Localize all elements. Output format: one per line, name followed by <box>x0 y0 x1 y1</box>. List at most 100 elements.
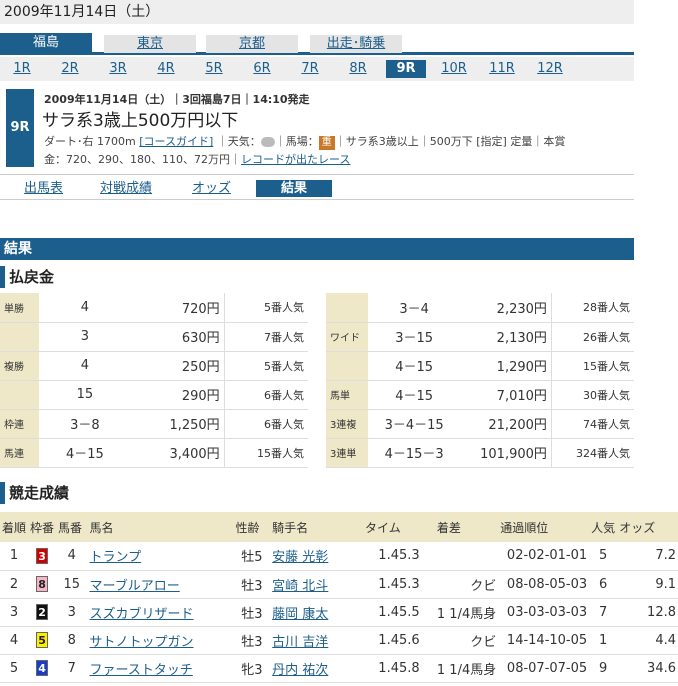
venue-tab-kyoto[interactable]: 京都 <box>206 35 298 53</box>
payout-type <box>0 322 39 352</box>
finish-position: 4 <box>0 626 29 655</box>
horse-name-cell: スズカブリザード <box>87 598 234 627</box>
race-link-12[interactable]: 12R <box>530 60 570 78</box>
venue-tab-tokyo[interactable]: 東京 <box>104 35 196 53</box>
payout-row: 3連複 3－4－15 21,200円 74番人気 <box>326 409 634 439</box>
bracket-badge: 5 <box>36 632 49 648</box>
odds: 4.4 <box>617 626 678 655</box>
jockey-link[interactable]: 丹内 祐次 <box>272 663 328 678</box>
passing-order: 03-03-03-03 <box>498 598 590 627</box>
payout-popularity: 5番人気 <box>224 351 308 381</box>
bracket-badge: 2 <box>36 604 49 620</box>
jockey-link[interactable]: 藤岡 康太 <box>272 607 328 622</box>
race-prize: 金：720、290、180、110、72万円｜レコードが出たレース <box>44 151 350 167</box>
race-class-text: ｜サラ系3歳以上｜500万下 [指定] 定量｜本賞 <box>334 135 566 148</box>
race-link-9[interactable]: 9R <box>386 60 426 78</box>
margin: 1 1/4馬身 <box>434 654 499 683</box>
horse-name-link[interactable]: サトノトップガン <box>89 635 193 650</box>
finish-position: 3 <box>0 598 29 627</box>
tab-results[interactable]: 結果 <box>256 180 332 197</box>
race-time: 1.45.3 <box>363 570 435 599</box>
record-race-link[interactable]: レコードが出たレース <box>241 153 350 166</box>
col-horse-number: 馬番 <box>56 512 88 542</box>
col-passing-order: 通過順位 <box>498 512 590 542</box>
payout-popularity: 74番人気 <box>551 409 634 439</box>
race-number-nav: 1R 2R 3R 4R 5R 6R 7R 8R 9R 10R 11R 12R <box>0 57 634 81</box>
margin <box>434 542 499 571</box>
horse-number: 8 <box>56 626 88 655</box>
jockey-link[interactable]: 安藤 光彰 <box>272 550 328 565</box>
payout-amount: 7,010円 <box>459 380 552 410</box>
race-link-7[interactable]: 7R <box>290 60 330 78</box>
bracket-cell: 3 <box>28 542 57 571</box>
finish-position: 5 <box>0 654 29 683</box>
jockey-link[interactable]: 宮崎 北斗 <box>272 579 328 594</box>
race-link-6[interactable]: 6R <box>242 60 282 78</box>
race-link-8[interactable]: 8R <box>338 60 378 78</box>
race-time: 1.45.5 <box>363 598 435 627</box>
col-time: タイム <box>363 512 435 542</box>
race-link-4[interactable]: 4R <box>146 60 186 78</box>
race-link-1[interactable]: 1R <box>2 60 42 78</box>
payout-type: 馬連 <box>0 438 39 468</box>
payout-row: 15 290円 6番人気 <box>0 380 308 410</box>
payout-type <box>0 380 39 410</box>
odds: 34.6 <box>617 654 678 683</box>
odds: 12.8 <box>617 598 678 627</box>
payout-popularity: 7番人気 <box>224 322 308 352</box>
horse-name-link[interactable]: マーブルアロー <box>89 579 179 594</box>
course-guide-link[interactable]: [コースガイド] <box>139 135 213 148</box>
race-time: 1.45.3 <box>363 542 435 571</box>
tab-entries[interactable]: 出馬表 <box>24 180 63 197</box>
table-row: 2 8 15 マーブルアロー 牡3 宮崎 北斗 1.45.3 クビ 08-08-… <box>0 570 678 599</box>
table-row: 1 3 4 トランプ 牡5 安藤 光彰 1.45.3 02-02-01-01 5… <box>0 542 678 571</box>
bracket-badge: 4 <box>36 660 49 676</box>
col-margin: 着差 <box>434 512 499 542</box>
jockey-link[interactable]: 古川 吉洋 <box>272 635 328 650</box>
payout-amount: 2,230円 <box>459 293 552 323</box>
tab-odds[interactable]: オッズ <box>192 180 231 197</box>
payout-popularity: 15番人気 <box>224 438 308 468</box>
race-link-5[interactable]: 5R <box>194 60 234 78</box>
track-condition-badge: 重 <box>318 136 335 150</box>
payout-amount: 2,130円 <box>459 322 552 352</box>
race-link-11[interactable]: 11R <box>482 60 522 78</box>
payout-numbers: 4－15 <box>38 438 132 468</box>
col-jockey: 騎手名 <box>270 512 364 542</box>
race-conditions: ダート･右 1700m [コースガイド] ｜天気： ｜馬場：重｜サラ系3歳以上｜5… <box>44 133 565 150</box>
tab-head-to-head[interactable]: 対戦成績 <box>100 180 152 197</box>
race-results-table: 着順 枠番 馬番 馬名 性齢 騎手名 タイム 着差 通過順位 人気 オッズ 1 … <box>0 512 678 683</box>
col-popularity: 人気 <box>589 512 618 542</box>
bracket-badge: 3 <box>36 547 49 564</box>
horse-name-link[interactable]: トランプ <box>89 550 141 565</box>
finish-position: 1 <box>0 542 29 571</box>
venue-tab-entries[interactable]: 出走･騎乗 <box>310 35 402 53</box>
jockey-cell: 宮崎 北斗 <box>270 570 364 599</box>
race-link-2[interactable]: 2R <box>50 60 90 78</box>
payout-numbers: 4－15 <box>368 351 460 381</box>
payout-type: 単勝 <box>0 293 39 323</box>
horse-name-link[interactable]: ファーストタッチ <box>89 663 192 678</box>
popularity: 9 <box>589 654 618 683</box>
payout-row: 3連単 4－15－3 101,900円 324番人気 <box>326 438 634 468</box>
race-number-badge: 9R <box>6 89 34 167</box>
payout-type: 3連単 <box>326 438 369 468</box>
horse-name-cell: トランプ <box>87 542 234 571</box>
race-link-3[interactable]: 3R <box>98 60 138 78</box>
bracket-cell: 2 <box>28 598 57 627</box>
passing-order: 08-07-07-05 <box>498 654 590 683</box>
margin: 1 1/4馬身 <box>434 598 499 627</box>
payout-amount: 720円 <box>131 293 225 323</box>
horse-name-link[interactable]: スズカブリザード <box>89 607 193 622</box>
payout-amount: 630円 <box>131 322 225 352</box>
venue-tab-fukushima[interactable]: 福島 <box>0 33 92 53</box>
payout-numbers: 3－4 <box>368 293 460 323</box>
payout-numbers: 4 <box>38 293 132 323</box>
payout-row: 馬単 4－15 7,010円 30番人気 <box>326 380 634 410</box>
payout-popularity: 324番人気 <box>551 438 634 468</box>
race-link-10[interactable]: 10R <box>434 60 474 78</box>
col-odds: オッズ <box>617 512 678 542</box>
payout-popularity: 15番人気 <box>551 351 634 381</box>
passing-order: 08-08-05-03 <box>498 570 590 599</box>
popularity: 7 <box>589 598 618 627</box>
